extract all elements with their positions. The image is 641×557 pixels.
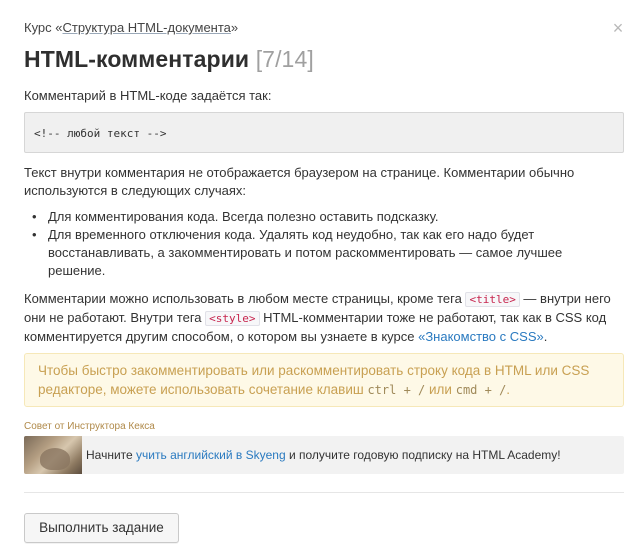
tip-text-3: . xyxy=(506,382,511,397)
start-task-button[interactable]: Выполнить задание xyxy=(24,513,179,543)
course-link[interactable]: Структура HTML-документа xyxy=(63,20,231,35)
course-breadcrumb: Курс «Структура HTML-документа» xyxy=(24,20,238,36)
shortcut-cmd: cmd + / xyxy=(455,383,507,397)
shortcut-ctrl: ctrl + / xyxy=(367,383,426,397)
usage-list: Для комментирования кода. Всегда полезно… xyxy=(24,208,584,280)
page-title: HTML-комментарии [7/14] xyxy=(24,44,314,74)
paragraph-restrictions: Комментарии можно использовать в любом м… xyxy=(24,290,624,346)
course-prefix: Курс « xyxy=(24,20,63,35)
promo-text-2: и получите годовую подписку на HTML Acad… xyxy=(285,448,561,462)
style-tag-code: <style> xyxy=(205,311,260,326)
paragraph-usage: Текст внутри комментария не отображается… xyxy=(24,165,575,198)
promo-banner: Начните учить английский в Skyeng и полу… xyxy=(24,436,624,474)
step-counter: [7/14] xyxy=(255,46,314,72)
course-suffix: » xyxy=(230,20,239,35)
title-tag-code: <title> xyxy=(465,292,520,307)
restrictions-text-1: Комментарии можно использовать в любом м… xyxy=(24,291,466,306)
promo-text: Начните учить английский в Skyeng и полу… xyxy=(86,448,561,463)
close-icon[interactable]: × xyxy=(610,19,626,37)
list-item: Для временного отключения кода. Удалять … xyxy=(24,226,584,280)
tip-box: Чтобы быстро закомментировать или раском… xyxy=(24,353,624,407)
task-modal: × Курс «Структура HTML-документа» HTML-к… xyxy=(0,0,641,557)
skyeng-link[interactable]: учить английский в Skyeng xyxy=(136,448,286,462)
divider xyxy=(24,492,624,493)
intro-text: Комментарий в HTML-коде задаётся так: xyxy=(24,88,272,103)
code-example: <!-- любой текст --> xyxy=(24,112,624,153)
tip-text-2: или xyxy=(425,382,456,397)
cat-photo xyxy=(24,436,82,474)
restrictions-text-4: . xyxy=(543,329,548,344)
instructor-label: Совет от Инструктора Кекса xyxy=(24,421,155,432)
css-course-link[interactable]: «Знакомство с CSS» xyxy=(418,329,544,344)
list-item: Для комментирования кода. Всегда полезно… xyxy=(24,208,584,226)
promo-text-1: Начните xyxy=(86,448,137,462)
title-text: HTML-комментарии xyxy=(24,46,250,72)
